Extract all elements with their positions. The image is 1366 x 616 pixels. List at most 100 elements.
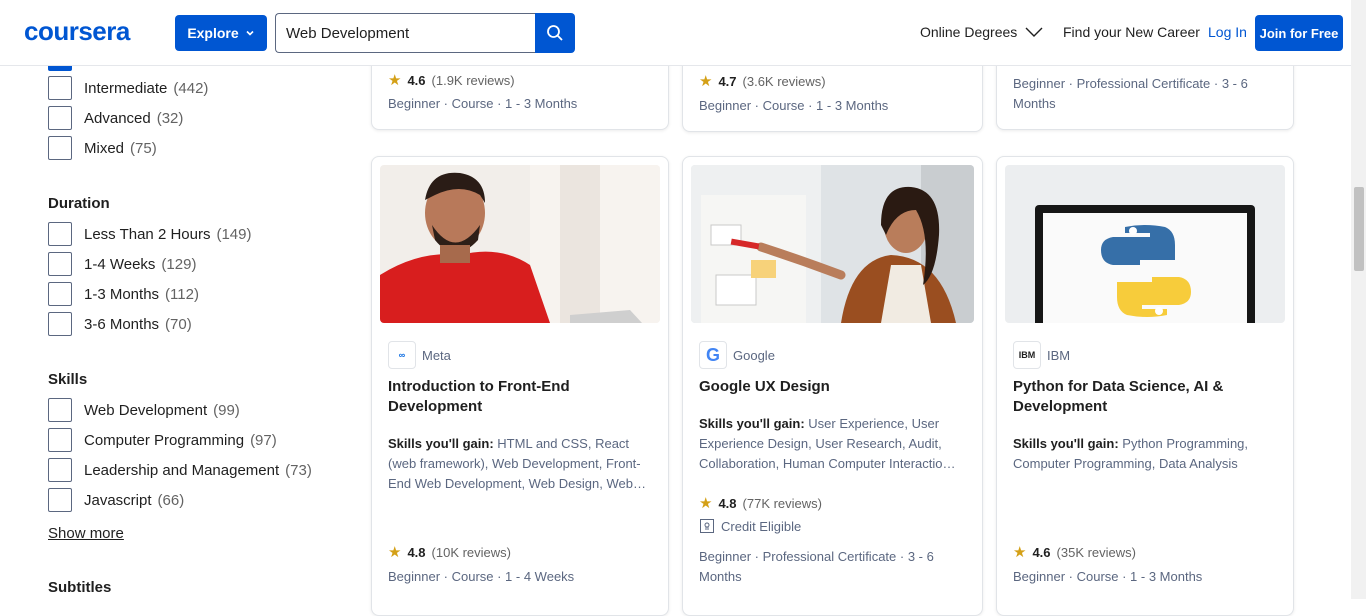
explore-button[interactable]: Explore <box>175 15 267 51</box>
checkbox[interactable] <box>48 282 72 306</box>
course-meta: Beginner · Professional Certificate · 3 … <box>699 549 934 584</box>
checkbox[interactable] <box>48 428 72 452</box>
rating: ★ 4.8 (77K reviews) <box>699 494 822 512</box>
partner-info: G Google <box>699 341 775 369</box>
subtitles-heading: Subtitles <box>48 579 112 596</box>
filter-count: (73) <box>285 461 312 479</box>
partner-name: IBM <box>1047 347 1071 363</box>
checkbox[interactable] <box>48 222 72 246</box>
top-header: coursera Explore Web Development Online … <box>0 0 1351 66</box>
checkbox[interactable] <box>48 252 72 276</box>
course-card[interactable]: ∞ Meta Introduction to Front-End Develop… <box>371 156 669 616</box>
filter-option[interactable]: Javascript (66) <box>48 488 184 512</box>
star-icon: ★ <box>1013 544 1027 561</box>
coursera-logo[interactable]: coursera <box>24 16 130 47</box>
filter-label: 1-3 Months <box>84 285 160 303</box>
certificate-icon <box>700 519 714 533</box>
show-more-link[interactable]: Show more <box>48 525 124 542</box>
filter-count: (66) <box>157 491 185 509</box>
partner-info: ∞ Meta <box>388 341 451 369</box>
explore-label: Explore <box>187 25 239 41</box>
checkbox[interactable] <box>48 398 72 422</box>
filter-option[interactable]: Web Development (99) <box>48 398 240 422</box>
filter-option[interactable]: 1-3 Months (112) <box>48 282 199 306</box>
search-input[interactable]: Web Development <box>275 13 535 53</box>
filter-option[interactable]: 3-6 Months (70) <box>48 312 192 336</box>
page-scrollbar[interactable] <box>1351 0 1366 599</box>
google-logo-icon: G <box>699 341 727 369</box>
course-meta: Beginner · Course · 1 - 4 Weeks <box>388 569 575 584</box>
scrollbar-thumb[interactable] <box>1354 187 1364 271</box>
course-image <box>1005 165 1285 323</box>
rating: ★ 4.6 (1.9K reviews) <box>388 71 515 89</box>
review-count: (3.6K reviews) <box>742 73 826 89</box>
rating-value: 4.8 <box>718 495 737 511</box>
review-count: (77K reviews) <box>742 495 822 511</box>
review-count: (35K reviews) <box>1056 544 1136 560</box>
filter-count: (97) <box>250 431 277 449</box>
ibm-logo-icon: IBM <box>1013 341 1041 369</box>
course-card[interactable]: G Google Google UX Design Skills you'll … <box>682 156 983 616</box>
filter-option[interactable]: 1-4 Weeks (129) <box>48 252 196 276</box>
rating-value: 4.6 <box>1032 544 1051 560</box>
join-free-button[interactable]: Join for Free <box>1255 15 1343 51</box>
rating-value: 4.6 <box>407 72 426 88</box>
online-degrees-menu[interactable]: Online Degrees <box>920 24 1043 40</box>
rating-value: 4.7 <box>718 73 737 89</box>
checkbox[interactable] <box>48 312 72 336</box>
course-card[interactable]: IBM IBM Python for Data Science, AI & De… <box>996 156 1294 616</box>
chevron-down-icon <box>1025 27 1043 37</box>
search-icon <box>547 25 563 41</box>
filter-count: (70) <box>165 315 192 333</box>
rating: ★ 4.8 (10K reviews) <box>388 543 511 561</box>
filter-label: Javascript <box>84 491 152 509</box>
star-icon: ★ <box>388 544 402 561</box>
filter-option[interactable]: Computer Programming (97) <box>48 428 277 452</box>
course-image <box>691 165 974 323</box>
filter-option[interactable]: Mixed (75) <box>48 136 157 160</box>
course-title[interactable]: Python for Data Science, AI & Developmen… <box>1013 377 1273 417</box>
course-title[interactable]: Google UX Design <box>699 377 959 397</box>
rating: ★ 4.7 (3.6K reviews) <box>699 72 826 90</box>
filter-option[interactable]: Advanced (32) <box>48 106 183 130</box>
filter-option[interactable]: Intermediate (442) <box>48 76 208 100</box>
skills-label: Skills you'll gain: <box>388 436 494 451</box>
course-meta: Beginner · Course · 1 - 3 Months <box>699 98 889 113</box>
filter-count: (99) <box>213 401 240 419</box>
filter-count: (32) <box>156 109 184 127</box>
checkbox[interactable] <box>48 136 72 160</box>
online-degrees-label: Online Degrees <box>920 24 1018 40</box>
checkbox[interactable] <box>48 106 72 130</box>
login-link[interactable]: Log In <box>1208 24 1247 40</box>
filter-label: Less Than 2 Hours <box>84 225 211 243</box>
partner-name: Meta <box>422 347 451 363</box>
skills-text: Skills you'll gain: HTML and CSS, React … <box>388 434 653 494</box>
filter-count: (149) <box>216 225 252 243</box>
filter-label: 1-4 Weeks <box>84 255 156 273</box>
partner-info: IBM IBM <box>1013 341 1070 369</box>
rating: ★ 4.6 (35K reviews) <box>1013 543 1136 561</box>
credit-eligible-badge: Credit Eligible <box>699 518 801 534</box>
skills-text: Skills you'll gain: Python Programming, … <box>1013 434 1278 474</box>
find-career-link[interactable]: Find your New Career <box>1063 24 1200 40</box>
filter-count: (442) <box>173 79 209 97</box>
search-button[interactable] <box>535 13 575 53</box>
rating-value: 4.8 <box>407 544 426 560</box>
skills-heading: Skills <box>48 371 88 388</box>
course-image <box>380 165 660 323</box>
filter-label: 3-6 Months <box>84 315 160 333</box>
checkbox[interactable] <box>48 76 72 100</box>
star-icon: ★ <box>388 72 402 89</box>
filter-label: Mixed <box>84 139 125 157</box>
course-title[interactable]: Introduction to Front-End Development <box>388 377 648 417</box>
checkbox[interactable] <box>48 458 72 482</box>
star-icon: ★ <box>699 73 713 90</box>
chevron-down-icon <box>246 30 254 36</box>
credit-label: Credit Eligible <box>721 518 802 534</box>
course-meta: Beginner · Professional Certificate · 3 … <box>1013 76 1248 111</box>
filter-option[interactable]: Leadership and Management (73) <box>48 458 312 482</box>
filter-count: (112) <box>165 285 199 303</box>
checkbox[interactable] <box>48 488 72 512</box>
review-count: (10K reviews) <box>431 544 511 560</box>
filter-option[interactable]: Less Than 2 Hours (149) <box>48 222 252 246</box>
